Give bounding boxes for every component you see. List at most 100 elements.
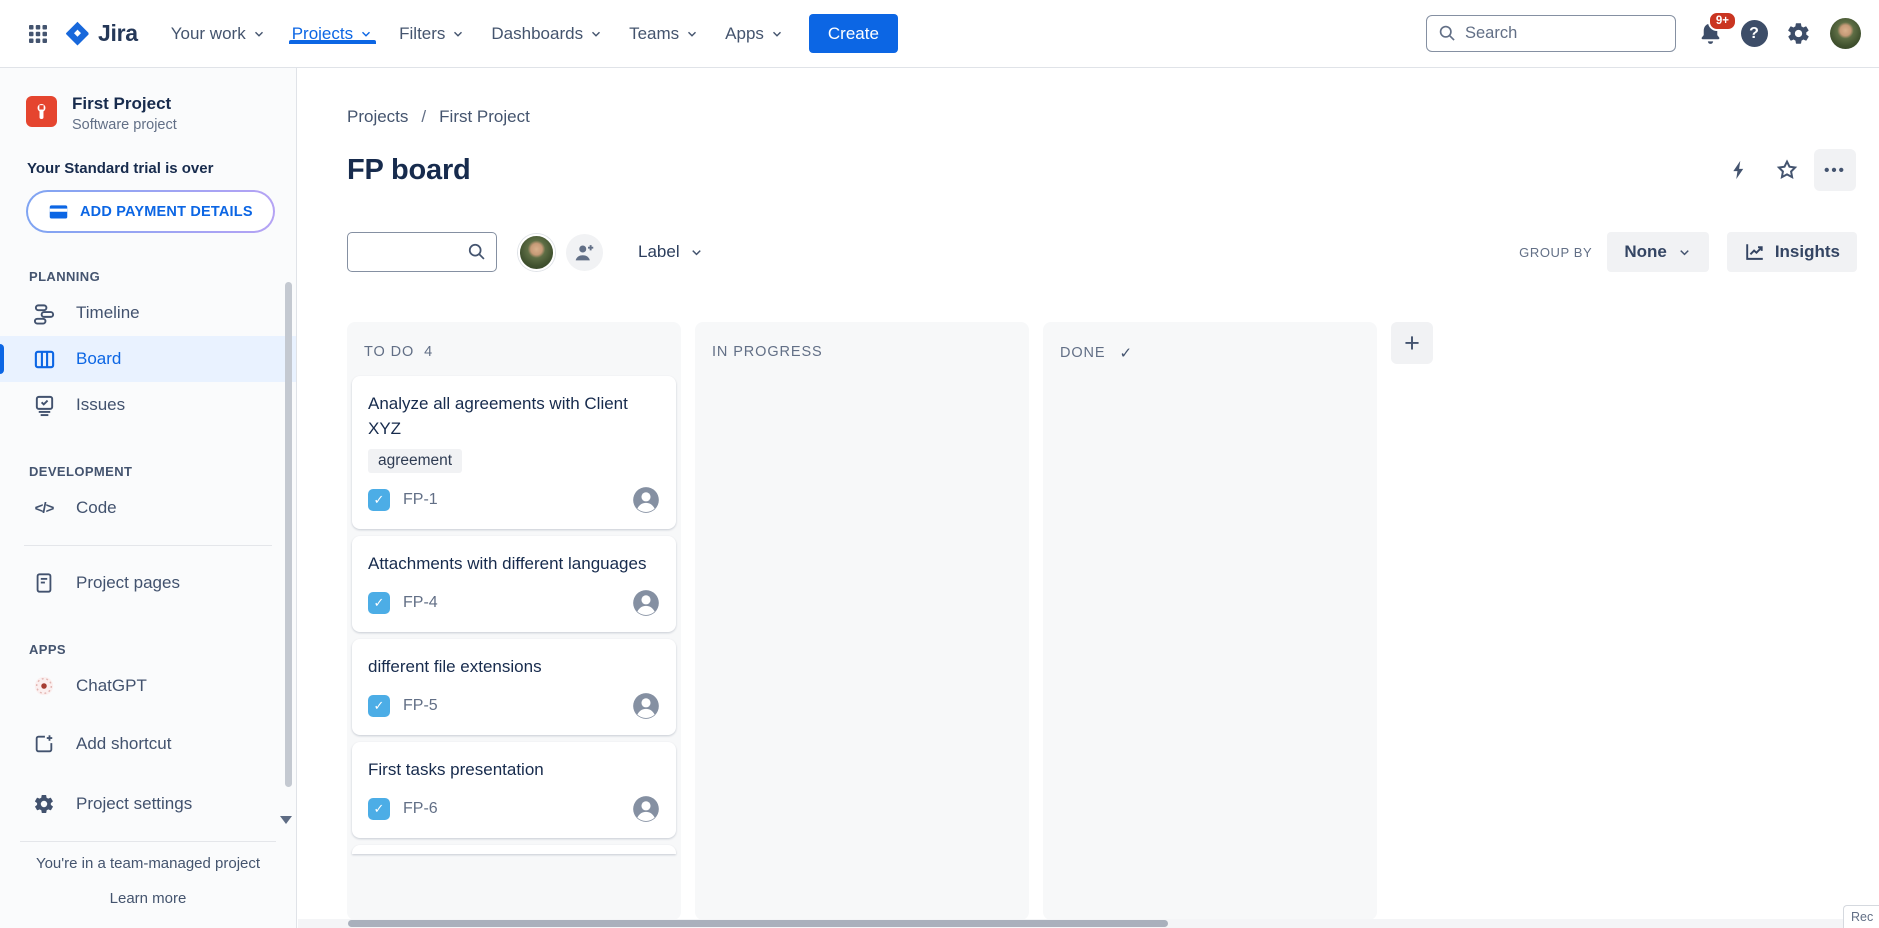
more-actions-button[interactable]: ••• <box>1814 149 1856 191</box>
timeline-icon <box>31 302 57 325</box>
card-fp-6[interactable]: First tasks presentation ✓ FP-6 <box>352 742 676 838</box>
card-list: Analyze all agreements with Client XYZ a… <box>347 366 681 920</box>
sidebar-item-code[interactable]: </> Code <box>0 485 296 531</box>
gear-icon <box>1787 23 1809 44</box>
card-fp-5[interactable]: different file extensions ✓ FP-5 <box>352 639 676 735</box>
breadcrumb-separator: / <box>421 107 427 126</box>
nav-item-filters[interactable]: Filters <box>386 24 478 44</box>
label-filter-dropdown[interactable]: Label <box>638 242 704 262</box>
help-button[interactable]: ? <box>1734 14 1774 54</box>
add-column-button[interactable]: + <box>1391 322 1433 364</box>
nav-item-teams[interactable]: Teams <box>616 24 712 44</box>
sidebar-item-add-shortcut[interactable]: Add shortcut <box>0 721 296 767</box>
wrench-icon <box>37 103 46 120</box>
column-name: DONE <box>1060 345 1106 361</box>
sidebar-item-chatgpt[interactable]: ChatGPT <box>0 663 296 709</box>
chevron-down-icon <box>772 31 781 37</box>
sidebar-scrollbar[interactable] <box>285 282 292 787</box>
card-title: Attachments with different languages <box>368 554 647 573</box>
chevron-down-icon <box>691 249 701 255</box>
global-search <box>1426 15 1676 52</box>
jira-logo-icon <box>64 20 91 47</box>
app-switcher-icon[interactable] <box>18 14 58 54</box>
sidebar-item-project-pages[interactable]: Project pages <box>0 560 296 606</box>
star-icon <box>1776 159 1798 179</box>
add-person-icon <box>575 244 594 260</box>
learn-more-link[interactable]: Learn more <box>110 890 187 907</box>
card-title: First tasks presentation <box>368 760 544 779</box>
column-header: IN PROGRESS <box>695 322 1029 366</box>
assignee-placeholder-icon[interactable] <box>632 486 660 514</box>
settings-button[interactable] <box>1778 14 1818 54</box>
breadcrumb-projects-link[interactable]: Projects <box>347 107 408 127</box>
card-fp-4[interactable]: Attachments with different languages ✓ F… <box>352 536 676 632</box>
assignee-placeholder-icon[interactable] <box>632 589 660 617</box>
group-by-dropdown[interactable]: None <box>1607 232 1709 272</box>
column-name: IN PROGRESS <box>712 344 823 360</box>
breadcrumb-project-link[interactable]: First Project <box>439 107 530 127</box>
automation-button[interactable] <box>1718 149 1760 191</box>
card-key: FP-1 <box>403 491 438 508</box>
pages-icon <box>31 572 57 594</box>
assignee-avatar[interactable] <box>518 233 555 271</box>
card-key: FP-6 <box>403 800 438 817</box>
search-input[interactable] <box>1426 15 1676 52</box>
column-header: TO DO 4 <box>347 322 681 366</box>
nav-item-apps[interactable]: Apps <box>712 24 797 44</box>
board-search <box>347 232 497 272</box>
sidebar-item-project-settings[interactable]: Project settings <box>0 781 296 827</box>
notifications-button[interactable]: 9+ <box>1690 10 1737 54</box>
search-icon <box>466 241 487 262</box>
project-avatar-icon <box>26 96 57 127</box>
chatgpt-app-icon <box>31 675 57 697</box>
assignee-placeholder-icon[interactable] <box>632 692 660 720</box>
task-type-icon: ✓ <box>368 592 390 614</box>
nav-item-projects[interactable]: Projects <box>279 24 386 44</box>
notification-badge: 9+ <box>1707 10 1737 31</box>
sidebar-item-timeline[interactable]: Timeline <box>0 290 296 336</box>
add-shortcut-icon <box>31 733 57 755</box>
chevron-down-icon <box>1680 249 1689 255</box>
column-in-progress: IN PROGRESS <box>695 322 1029 920</box>
jira-logo[interactable]: Jira <box>58 20 148 47</box>
insights-button[interactable]: Insights <box>1726 232 1857 272</box>
add-payment-details-button[interactable]: ADD PAYMENT DETAILS <box>28 192 273 231</box>
scroll-down-arrow-icon[interactable] <box>280 816 292 824</box>
add-people-button[interactable] <box>566 233 603 271</box>
project-type: Software project <box>72 117 177 133</box>
card-title: Analyze all agreements with Client XYZ <box>368 394 628 438</box>
column-todo: TO DO 4 Analyze all agreements with Clie… <box>347 322 681 920</box>
column-count: 4 <box>424 344 434 360</box>
sidebar-item-board[interactable]: Board <box>0 336 296 382</box>
horizontal-scrollbar-thumb[interactable] <box>348 920 1168 927</box>
board-main: Projects / First Project FP board ••• La… <box>298 68 1879 928</box>
create-button[interactable]: Create <box>808 14 898 53</box>
apps-section-header: APPS <box>29 642 67 657</box>
done-check-icon: ✓ <box>1119 345 1133 362</box>
sidebar-item-issues[interactable]: Issues <box>0 382 296 428</box>
card-key: FP-4 <box>403 594 438 611</box>
sidebar-divider <box>24 545 272 546</box>
page-title: FP board <box>347 153 471 186</box>
horizontal-scrollbar[interactable] <box>298 919 1879 928</box>
project-sidebar: First Project Software project Your Stan… <box>0 68 297 928</box>
trial-message: Your Standard trial is over <box>27 160 214 177</box>
card-partial[interactable] <box>352 845 676 854</box>
user-avatar[interactable] <box>1830 18 1861 49</box>
card-key: FP-5 <box>403 697 438 714</box>
primary-nav: Your work Projects Filters Dashboards Te… <box>158 24 797 44</box>
task-type-icon: ✓ <box>368 695 390 717</box>
chevron-down-icon <box>254 31 263 37</box>
star-button[interactable] <box>1766 149 1808 191</box>
chevron-down-icon <box>592 31 601 37</box>
lightning-icon <box>1733 160 1744 180</box>
nav-item-your-work[interactable]: Your work <box>158 24 279 44</box>
card-fp-1[interactable]: Analyze all agreements with Client XYZ a… <box>352 376 676 529</box>
corner-popup: Rec <box>1843 905 1879 928</box>
chevron-down-icon <box>454 31 463 37</box>
assignee-placeholder-icon[interactable] <box>632 795 660 823</box>
planning-section-header: PLANNING <box>29 269 101 284</box>
nav-item-dashboards[interactable]: Dashboards <box>478 24 616 44</box>
column-header: DONE ✓ <box>1043 322 1377 368</box>
group-by-label: GROUP BY <box>1519 244 1593 260</box>
